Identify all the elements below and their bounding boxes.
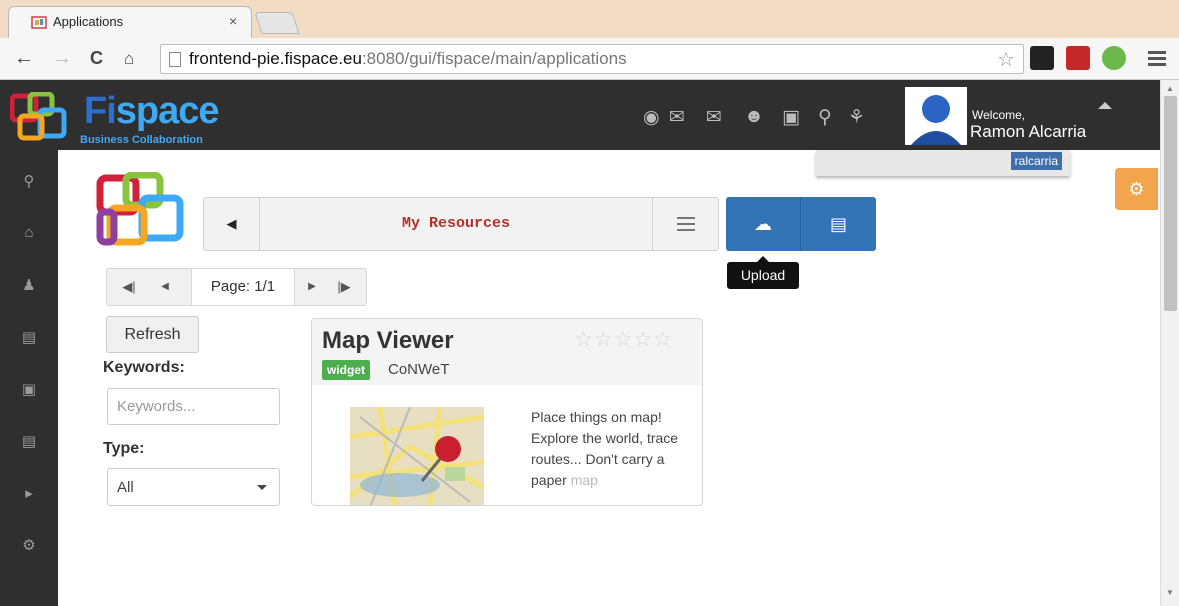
pagination: ◀| ◀ Page: 1/1 ▶ |▶ [106, 268, 367, 306]
scrollbar[interactable]: ▲ ▼ [1160, 80, 1179, 606]
welcome-label: Welcome, [972, 108, 1026, 122]
cart-icon: ▤ [829, 214, 847, 234]
scroll-up-icon[interactable]: ▲ [1166, 84, 1174, 93]
close-tab-icon[interactable]: × [229, 13, 237, 29]
refresh-button[interactable]: Refresh [106, 316, 199, 353]
action-button-group: ☁ ▤ [726, 197, 876, 251]
back-arrow-icon[interactable]: ← [14, 47, 34, 70]
user-name[interactable]: Ramon Alcarria [970, 122, 1086, 142]
type-select[interactable]: All [107, 468, 280, 506]
list-menu-button[interactable] [652, 198, 718, 250]
search-icon[interactable]: ⚲ [818, 106, 832, 129]
rating-stars[interactable]: ☆☆☆☆☆ [574, 327, 673, 352]
scroll-thumb[interactable] [1164, 96, 1177, 311]
card-description-faded: map [570, 472, 598, 488]
briefcase-icon[interactable]: ▣ [782, 106, 800, 129]
caret-up-icon[interactable] [1098, 102, 1112, 109]
cloud-upload-icon: ☁ [754, 214, 772, 234]
chevron-left-icon: ◀ [226, 216, 237, 231]
extension-icon[interactable] [1030, 46, 1054, 70]
new-tab-button[interactable] [254, 12, 300, 34]
url-text: frontend-pie.fispace.eu:8080/gui/fispace… [189, 49, 627, 69]
card-description-text: Place things on map! Explore the world, … [531, 409, 679, 488]
app-favicon-icon [31, 16, 47, 29]
brand-prefix: Fi [84, 90, 117, 132]
user-dropdown: ralcarria [816, 150, 1070, 176]
back-button[interactable]: ◀ [204, 198, 260, 250]
brand-suffix: space [115, 90, 220, 132]
url-host: frontend-pie.fispace.eu [189, 49, 362, 68]
resources-title: My Resources [401, 215, 511, 232]
map-thumbnail-image [350, 407, 484, 505]
card-title[interactable]: Map Viewer [322, 327, 454, 355]
keywords-input[interactable]: Keywords... [107, 388, 280, 425]
home-icon[interactable]: ⌂ [0, 224, 58, 241]
settings-gear-button[interactable]: ⚙ [1115, 168, 1158, 210]
type-badge: widget [322, 360, 370, 380]
prev-page-icon[interactable]: ◀ [151, 269, 179, 305]
username-tag[interactable]: ralcarria [1010, 152, 1062, 170]
type-select-value: All [117, 479, 134, 496]
chevron-down-icon [257, 485, 267, 490]
home-icon[interactable]: ⌂ [124, 49, 134, 69]
browser-toolbar: ← → C ⌂ frontend-pie.fispace.eu:8080/gui… [0, 38, 1179, 80]
extension-icon[interactable] [1066, 46, 1090, 70]
document-icon[interactable]: ▤ [0, 432, 58, 450]
card-description: Place things on map! Explore the world, … [531, 407, 701, 491]
bookmark-star-icon[interactable]: ☆ [997, 47, 1015, 72]
envelope-icon[interactable]: ✉ [669, 106, 685, 129]
forward-arrow-icon[interactable]: → [52, 47, 72, 70]
resources-bar: ◀ My Resources [203, 197, 719, 251]
inbox-icon[interactable]: ▣ [0, 380, 58, 398]
chrome-menu-icon[interactable] [1148, 48, 1166, 69]
brand-tagline: Business Collaboration [80, 134, 203, 146]
scroll-down-icon[interactable]: ▼ [1166, 588, 1174, 597]
brand-name: Fispace [84, 90, 220, 133]
card-vendor: CoNWeT [388, 361, 450, 378]
globe-icon[interactable]: ◉ [643, 106, 660, 129]
marketplace-button[interactable]: ▤ [801, 197, 876, 251]
fispace-logo-icon [10, 92, 67, 141]
search-icon[interactable]: ⚲ [0, 172, 58, 190]
megaphone-icon[interactable]: ▸ [0, 484, 58, 502]
address-bar[interactable]: frontend-pie.fispace.eu:8080/gui/fispace… [160, 44, 1024, 74]
keywords-label: Keywords: [103, 359, 185, 376]
last-page-icon[interactable]: |▶ [329, 269, 359, 305]
type-label: Type: [103, 440, 145, 457]
page-icon [169, 52, 181, 67]
first-page-icon[interactable]: ◀| [115, 269, 143, 305]
extension-icon[interactable] [1102, 46, 1126, 70]
tab-strip: Applications × [0, 0, 1179, 38]
app-header: Fispace Business Collaboration ◉ ✉ ✉ ☻ ▣… [0, 80, 1160, 150]
upload-button[interactable]: ☁ [726, 197, 801, 251]
page-indicator: Page: 1/1 [191, 269, 295, 305]
users-icon[interactable]: ☻ [744, 106, 764, 128]
url-path: :8080/gui/fispace/main/applications [361, 49, 627, 68]
tab-title: Applications [53, 14, 124, 29]
browser-window: Applications × ← → C ⌂ frontend-pie.fisp… [0, 0, 1179, 606]
gears-icon: ⚙ [1128, 179, 1145, 199]
next-page-icon[interactable]: ▶ [301, 269, 323, 305]
browser-tab[interactable]: Applications × [8, 6, 252, 38]
cart-icon[interactable]: ▤ [0, 328, 58, 346]
fispace-logo-icon [96, 172, 184, 246]
upload-tooltip: Upload [727, 256, 799, 289]
gears-icon[interactable]: ⚙ [0, 536, 58, 554]
resource-card[interactable]: Map Viewer ☆☆☆☆☆ widget CoNWeT Place thi… [311, 318, 703, 506]
avatar[interactable] [905, 87, 967, 145]
puzzle-icon[interactable]: ⚘ [848, 106, 865, 129]
user-icon[interactable]: ♟ [0, 276, 58, 294]
left-sidebar: ⚲ ⌂ ♟ ▤ ▣ ▤ ▸ ⚙ [0, 150, 58, 606]
chat-icon[interactable]: ✉ [706, 106, 722, 129]
reload-icon[interactable]: C [90, 48, 103, 69]
